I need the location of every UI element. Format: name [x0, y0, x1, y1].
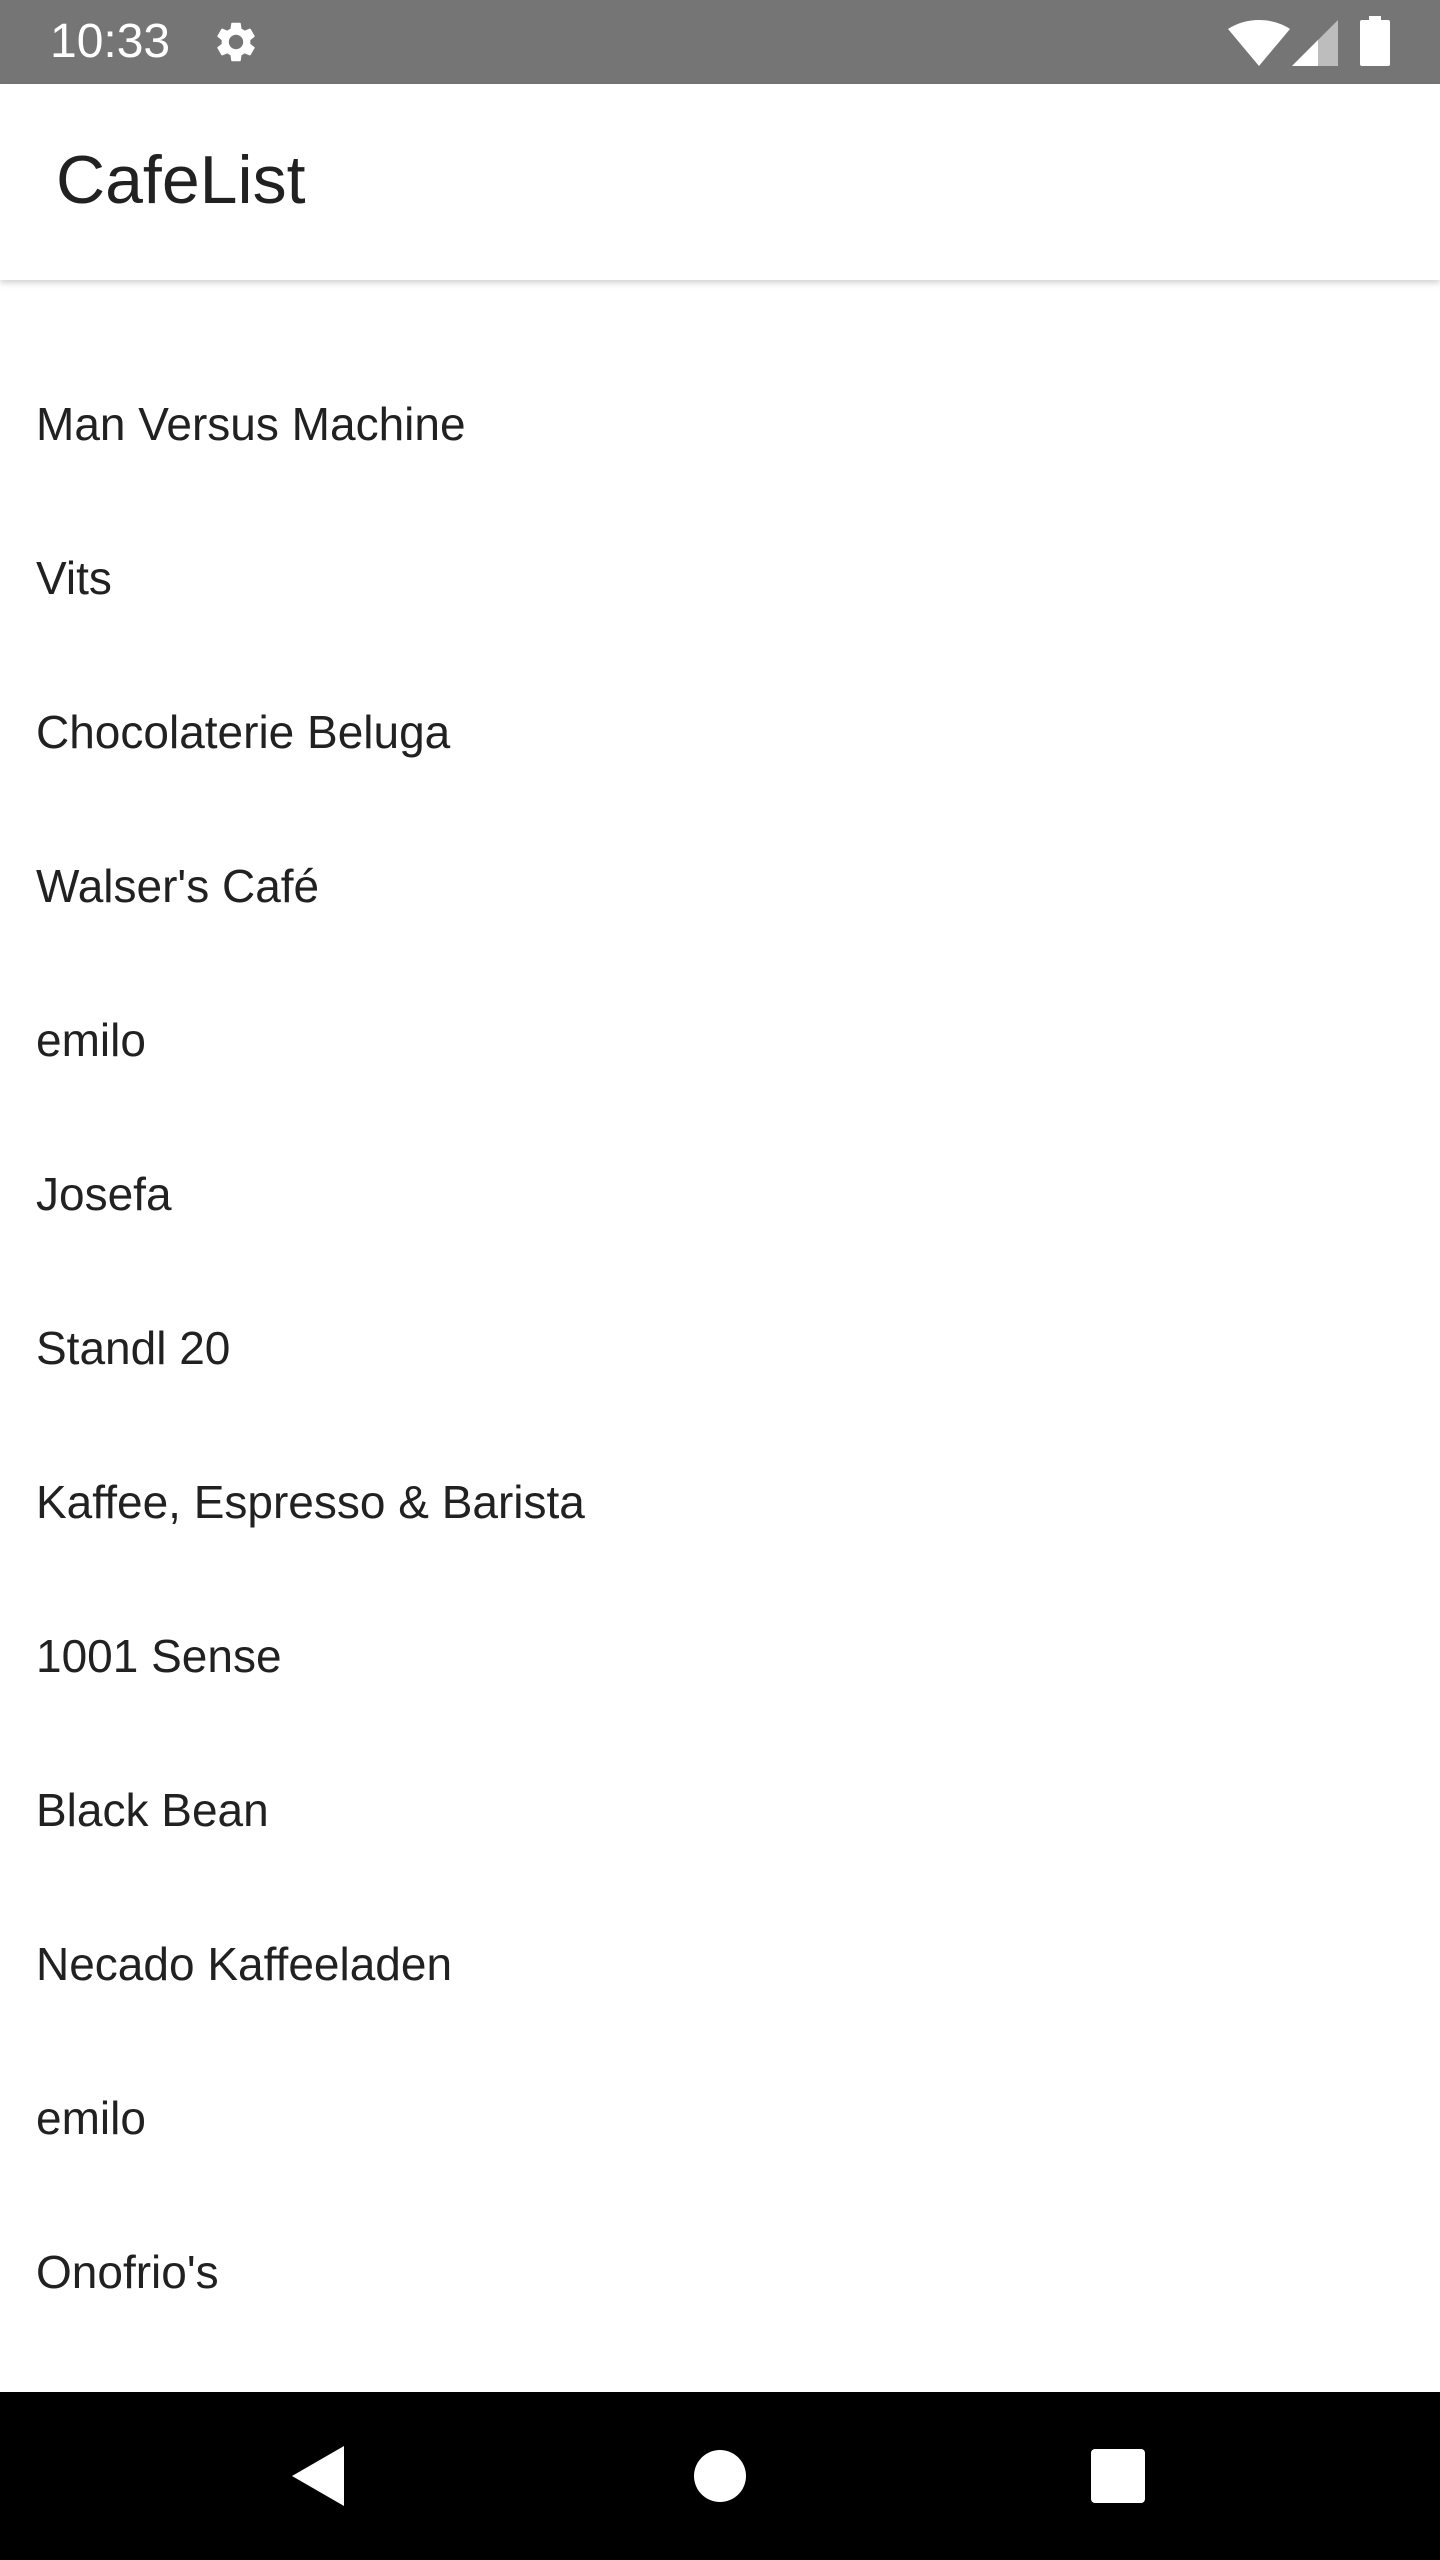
cafe-name: Josefa [36, 1168, 172, 1220]
navigation-bar [0, 2392, 1440, 2560]
cafe-name: Standl 20 [36, 1322, 231, 1374]
wifi-icon [1228, 20, 1290, 66]
battery-icon [1360, 16, 1390, 66]
cafe-list: Man Versus Machine Vits Chocolaterie Bel… [0, 350, 1440, 2352]
list-item[interactable]: Black Bean [0, 1736, 1440, 1890]
cafe-name: Walser's Café [36, 860, 320, 912]
list-item[interactable]: Kaffee, Espresso & Barista [0, 1428, 1440, 1582]
list-item[interactable]: Necado Kaffeeladen [0, 1890, 1440, 2044]
cafe-name: Black Bean [36, 1784, 269, 1836]
back-icon[interactable] [278, 2436, 358, 2516]
cafe-name: Chocolaterie Beluga [36, 706, 451, 758]
home-icon[interactable] [680, 2436, 760, 2516]
cafe-name: 1001 Sense [36, 1630, 282, 1682]
cell-signal-icon [1292, 20, 1338, 66]
app-bar: CafeList [0, 84, 1440, 280]
list-item[interactable]: Vits [0, 504, 1440, 658]
cafe-name: Vits [36, 552, 112, 604]
gear-icon [217, 22, 255, 62]
recents-icon[interactable] [1078, 2436, 1158, 2516]
list-item[interactable]: Standl 20 [0, 1274, 1440, 1428]
cafe-name: emilo [36, 1014, 146, 1066]
cafe-name: Kaffee, Espresso & Barista [36, 1476, 585, 1528]
status-bar: 10:33 [0, 0, 1440, 84]
list-item[interactable]: 1001 Sense [0, 1582, 1440, 1736]
list-item[interactable]: emilo [0, 966, 1440, 1120]
list-item[interactable]: Man Versus Machine [0, 350, 1440, 504]
cafe-name: Onofrio's [36, 2246, 219, 2298]
cafe-name: Necado Kaffeeladen [36, 1938, 453, 1990]
list-item[interactable]: Walser's Café [0, 812, 1440, 966]
status-time: 10:33 [50, 15, 171, 68]
list-item[interactable]: Josefa [0, 1120, 1440, 1274]
cafe-name: Man Versus Machine [36, 398, 466, 450]
app-title: CafeList [56, 142, 306, 218]
list-item[interactable]: emilo [0, 2044, 1440, 2198]
list-item[interactable]: Onofrio's [0, 2198, 1440, 2352]
cafe-name: emilo [36, 2092, 146, 2144]
list-item[interactable]: Chocolaterie Beluga [0, 658, 1440, 812]
